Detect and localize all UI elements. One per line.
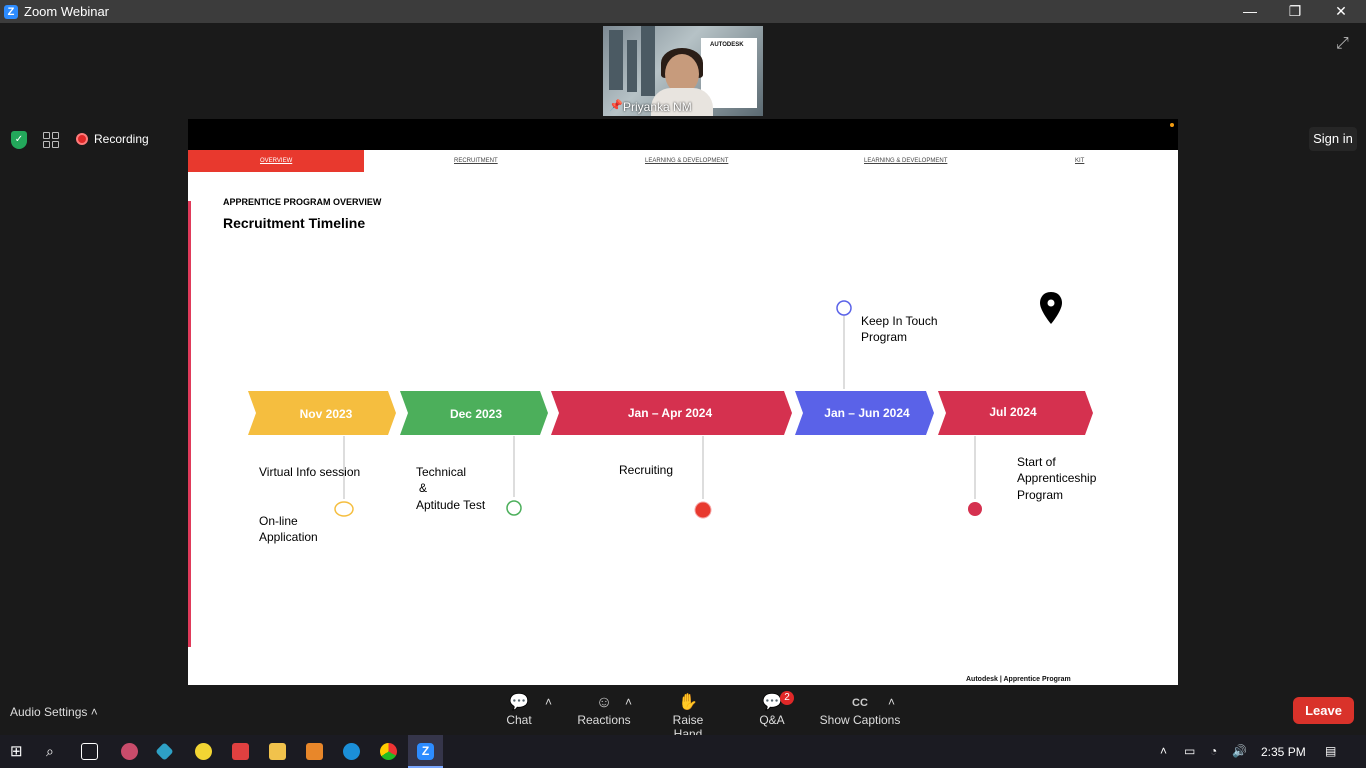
audio-settings-button[interactable]: Audio Settings ˄ xyxy=(10,705,98,719)
timeline-graphic: Nov 2023 Dec 2023 Jan – Apr 2024 Jan – J… xyxy=(248,292,1093,519)
audio-settings-label: Audio Settings xyxy=(10,705,88,719)
recording-indicator[interactable]: Recording xyxy=(76,132,149,146)
qa-badge: 2 xyxy=(780,691,794,705)
leave-button[interactable]: Leave xyxy=(1293,697,1354,724)
app-icon-4[interactable] xyxy=(232,743,249,760)
file-explorer-icon[interactable] xyxy=(269,743,286,760)
chat-label: Chat xyxy=(506,713,532,727)
phase-label-nov: Nov 2023 xyxy=(300,407,353,421)
maximize-button[interactable]: ❐ xyxy=(1272,0,1318,23)
label-recruiting: Recruiting xyxy=(619,463,674,477)
record-icon xyxy=(76,133,88,145)
meeting-toolbar: Audio Settings ˄ 💬 Chat ˄ ☺ Reactions ˄ … xyxy=(0,685,1366,741)
building-shape xyxy=(641,26,655,96)
label-keep-in-touch-program: Program xyxy=(861,330,908,344)
search-icon[interactable]: ⌕ xyxy=(46,743,63,760)
clock[interactable]: 2:35 PM xyxy=(1261,745,1306,759)
hand-icon: ✋ xyxy=(678,694,698,711)
label-technical: Technical xyxy=(416,465,467,479)
notifications-icon[interactable]: ▤ xyxy=(1325,744,1336,758)
slide-footer: Autodesk | Apprentice Program xyxy=(966,676,1071,683)
windows-taskbar: ⊞ ⌕ Z ˄ ▭ ◔ 🔊 2:35 PM ▤ xyxy=(0,735,1366,768)
speaker-video[interactable]: AUTODESK 📌 Priyanka NM xyxy=(603,26,763,116)
reactions-chevron-icon[interactable]: ˄ xyxy=(625,695,632,709)
label-keep-in-touch: Keep In Touch xyxy=(861,314,938,328)
gallery-view-icon[interactable] xyxy=(43,132,59,148)
windows-start-icon[interactable]: ⊞ xyxy=(10,743,27,760)
reactions-button[interactable]: ☺ Reactions xyxy=(577,693,631,727)
label-virtual-info: Virtual Info session xyxy=(259,465,361,479)
chrome-icon[interactable] xyxy=(380,743,397,760)
raise-hand-button[interactable]: ✋ Raise Hand xyxy=(657,693,719,741)
minimize-button[interactable]: — xyxy=(1227,0,1273,23)
label-aptitude: Aptitude Test xyxy=(416,498,486,512)
wifi-icon[interactable]: ◔ xyxy=(1210,744,1217,758)
task-view-icon[interactable] xyxy=(81,743,98,760)
zoom-taskbar-icon: Z xyxy=(417,743,434,760)
sublime-icon[interactable] xyxy=(306,743,323,760)
phase-label-jan-jun: Jan – Jun 2024 xyxy=(824,406,910,420)
reactions-icon: ☺ xyxy=(595,694,613,711)
app-icon-1[interactable] xyxy=(121,743,138,760)
edge-icon[interactable] xyxy=(343,743,360,760)
close-button[interactable]: ✕ xyxy=(1318,0,1364,23)
chat-options-chevron-icon[interactable]: ˄ xyxy=(545,695,552,709)
participant-name: Priyanka NM xyxy=(623,100,692,114)
battery-icon[interactable]: ▭ xyxy=(1184,744,1195,758)
location-pin-icon xyxy=(1040,292,1062,324)
captions-label: Show Captions xyxy=(819,713,901,727)
phase-label-jul: Jul 2024 xyxy=(989,405,1037,419)
reactions-label: Reactions xyxy=(577,713,631,727)
title-bar: Z Zoom Webinar — ❐ ✕ xyxy=(0,0,1366,23)
label-program: Program xyxy=(1017,488,1064,502)
expand-icon[interactable]: ⤢ xyxy=(1336,35,1349,53)
volume-icon[interactable]: 🔊 xyxy=(1232,744,1247,758)
sign-in-button[interactable]: Sign in xyxy=(1309,127,1357,151)
milestone-marker-dec xyxy=(506,500,522,516)
building-shape xyxy=(627,40,637,92)
zoom-logo-icon: Z xyxy=(4,4,18,19)
app-icon-2[interactable] xyxy=(155,742,174,761)
label-amp: & xyxy=(419,481,428,495)
phase-label-jan-apr: Jan – Apr 2024 xyxy=(628,406,713,420)
pin-icon: 📌 xyxy=(609,100,623,112)
zoom-taskbar-active[interactable]: Z xyxy=(408,735,443,768)
milestone-marker-jul xyxy=(968,502,982,516)
chat-icon: 💬 xyxy=(509,694,529,711)
security-shield-icon[interactable]: ✓ xyxy=(11,131,27,149)
milestone-marker-keep-in-touch xyxy=(836,300,852,316)
autodesk-logo: AUTODESK xyxy=(710,42,744,48)
meeting-area: AUTODESK 📌 Priyanka NM ⤢ ✓ Recording Sig… xyxy=(0,23,1366,741)
captions-chevron-icon[interactable]: ˄ xyxy=(888,695,895,709)
tray-chevron-icon[interactable]: ˄ xyxy=(1160,744,1167,758)
building-shape xyxy=(609,30,623,90)
label-start-of: Start of xyxy=(1017,455,1056,469)
snapchat-icon[interactable] xyxy=(195,743,212,760)
label-online-application: On-line Application xyxy=(259,514,318,544)
window-title: Zoom Webinar xyxy=(24,4,110,19)
shared-slide: OVERVIEW RECRUITMENT LEARNING & DEVELOPM… xyxy=(188,119,1178,685)
phase-label-dec: Dec 2023 xyxy=(450,407,502,421)
label-apprenticeship: Apprenticeship xyxy=(1017,471,1097,485)
qa-button[interactable]: 💬 2 Q&A xyxy=(756,691,794,727)
milestone-marker-recruiting xyxy=(694,501,712,519)
chevron-up-icon[interactable]: ˄ xyxy=(91,705,98,719)
chat-button[interactable]: 💬 Chat xyxy=(503,693,535,727)
qa-label: Q&A xyxy=(759,713,785,727)
recording-label: Recording xyxy=(94,132,149,146)
